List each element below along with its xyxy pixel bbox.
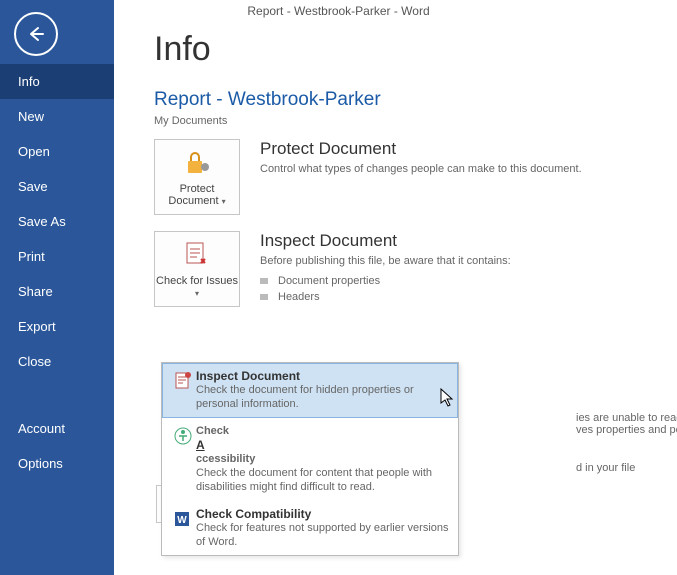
dropdown-check-accessibility[interactable]: Check Accessibility Check the document f… — [162, 418, 458, 501]
protect-desc: Control what types of changes people can… — [260, 163, 582, 175]
document-title: Report - Westbrook-Parker — [154, 89, 677, 111]
inspect-item: Headers — [260, 289, 511, 305]
sidebar-item-export[interactable]: Export — [0, 309, 114, 344]
dropdown-inspect-title: Inspect Document — [196, 369, 450, 383]
protect-section: Protect Document ▾ Protect Document Cont… — [154, 139, 677, 215]
sidebar-item-options[interactable]: Options — [0, 446, 114, 481]
inspect-desc: Before publishing this file, be aware th… — [260, 255, 511, 267]
backstage-sidebar: Info New Open Save Save As Print Share E… — [0, 0, 114, 575]
sidebar-item-new[interactable]: New — [0, 99, 114, 134]
protect-heading: Protect Document — [260, 139, 582, 159]
protect-document-button[interactable]: Protect Document ▾ — [154, 139, 240, 215]
protect-button-label: Protect Document — [168, 183, 218, 207]
document-location: My Documents — [154, 115, 677, 127]
compat-icon: W — [170, 507, 196, 529]
inspect-heading: Inspect Document — [260, 231, 511, 251]
sidebar-item-close[interactable]: Close — [0, 344, 114, 379]
dropdown-compat-title: Check Compatibility — [196, 507, 450, 521]
back-button[interactable] — [14, 12, 58, 56]
hidden-link[interactable]: d in your file — [576, 462, 677, 474]
check-issues-icon — [183, 239, 211, 271]
check-issues-dropdown: Inspect Document Check the document for … — [161, 362, 459, 556]
sidebar-item-share[interactable]: Share — [0, 274, 114, 309]
inspect-section: Check for Issues ▾ Inspect Document Befo… — [154, 231, 677, 307]
dropdown-check-compatibility[interactable]: W Check Compatibility Check for features… — [162, 501, 458, 556]
back-arrow-icon — [26, 24, 46, 44]
dropdown-inspect-desc: Check the document for hidden properties… — [196, 383, 450, 412]
sidebar-item-info[interactable]: Info — [0, 64, 114, 99]
dropdown-access-title: Check Accessibility — [196, 424, 450, 467]
page-title: Info — [154, 30, 677, 69]
sidebar-item-saveas[interactable]: Save As — [0, 204, 114, 239]
sidebar-item-account[interactable]: Account — [0, 411, 114, 446]
dropdown-access-desc: Check the document for content that peop… — [196, 466, 450, 495]
sidebar-item-print[interactable]: Print — [0, 239, 114, 274]
sidebar-item-open[interactable]: Open — [0, 134, 114, 169]
dropdown-compat-desc: Check for features not supported by earl… — [196, 521, 450, 550]
accessibility-icon — [170, 424, 196, 446]
dropdown-inspect-document[interactable]: Inspect Document Check the document for … — [162, 363, 458, 418]
svg-text:W: W — [177, 515, 187, 526]
sidebar-item-save[interactable]: Save — [0, 169, 114, 204]
lock-icon — [183, 147, 211, 179]
check-issues-button[interactable]: Check for Issues ▾ — [154, 231, 240, 307]
inspect-item: Document properties — [260, 273, 511, 289]
check-issues-label: Check for Issues — [156, 275, 238, 287]
inspect-doc-icon — [170, 369, 196, 391]
partially-hidden-text: ies are unable to read ves properties an… — [576, 412, 677, 474]
